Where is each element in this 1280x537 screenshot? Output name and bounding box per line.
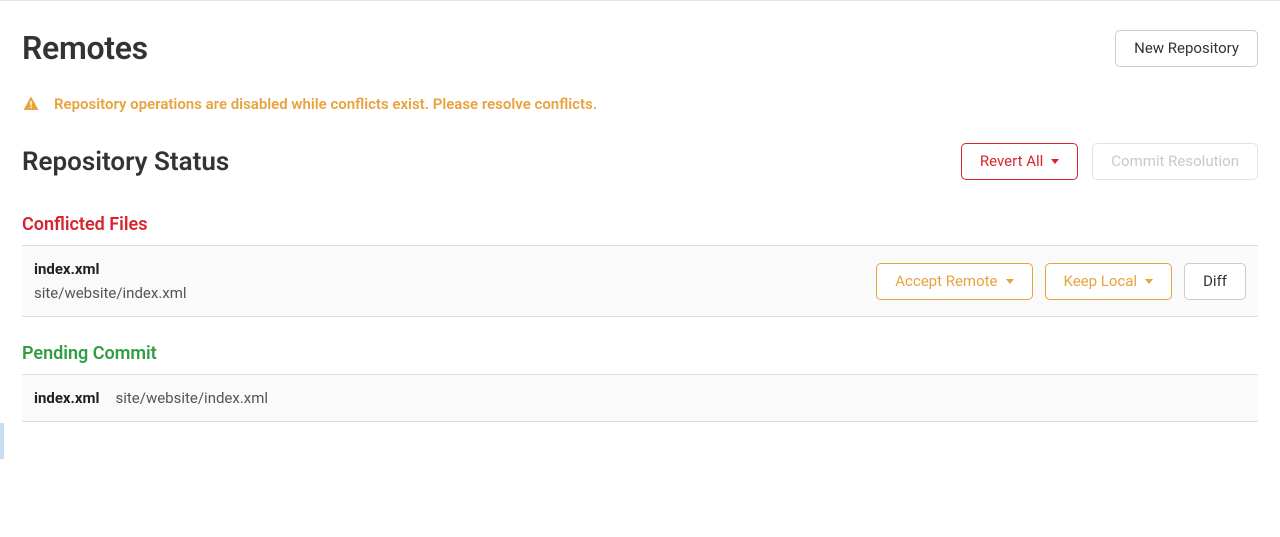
diff-button[interactable]: Diff: [1184, 263, 1246, 300]
pending-commit-title: Pending Commit: [22, 343, 1258, 364]
status-row: Repository Status Revert All Commit Reso…: [22, 143, 1258, 180]
page-title: Remotes: [22, 29, 148, 67]
commit-resolution-button: Commit Resolution: [1092, 143, 1258, 180]
file-name: index.xml: [34, 389, 100, 407]
chevron-down-icon: [1145, 279, 1153, 284]
warning-triangle-icon: [22, 95, 40, 113]
conflicted-files-section: Conflicted Files index.xml site/website/…: [22, 214, 1258, 317]
file-name: index.xml: [34, 260, 187, 278]
file-path: site/website/index.xml: [116, 389, 269, 407]
file-path: site/website/index.xml: [34, 284, 187, 302]
warning-message: Repository operations are disabled while…: [54, 95, 597, 113]
revert-all-label: Revert All: [980, 154, 1043, 169]
accept-remote-button[interactable]: Accept Remote: [876, 263, 1032, 300]
file-info: index.xml site/website/index.xml: [34, 389, 268, 407]
file-info: index.xml site/website/index.xml: [34, 260, 187, 302]
diff-label: Diff: [1203, 274, 1227, 289]
commit-resolution-label: Commit Resolution: [1111, 154, 1239, 169]
keep-local-label: Keep Local: [1064, 274, 1138, 289]
status-actions: Revert All Commit Resolution: [961, 143, 1258, 180]
new-repository-button[interactable]: New Repository: [1115, 30, 1258, 67]
pending-file-row: index.xml site/website/index.xml: [22, 374, 1258, 422]
conflicted-file-row: index.xml site/website/index.xml Accept …: [22, 245, 1258, 317]
revert-all-button[interactable]: Revert All: [961, 143, 1078, 180]
conflict-row-actions: Accept Remote Keep Local Diff: [876, 263, 1246, 300]
repository-status-title: Repository Status: [22, 147, 229, 177]
main-container: Remotes New Repository Repository operat…: [0, 1, 1280, 422]
left-accent-bar: [0, 423, 4, 459]
keep-local-button[interactable]: Keep Local: [1045, 263, 1173, 300]
conflict-warning: Repository operations are disabled while…: [22, 95, 1258, 113]
chevron-down-icon: [1006, 279, 1014, 284]
accept-remote-label: Accept Remote: [895, 274, 997, 289]
header-row: Remotes New Repository: [22, 29, 1258, 67]
chevron-down-icon: [1051, 159, 1059, 164]
conflicted-files-title: Conflicted Files: [22, 214, 1258, 235]
new-repository-label: New Repository: [1134, 41, 1239, 56]
pending-commit-section: Pending Commit index.xml site/website/in…: [22, 343, 1258, 422]
